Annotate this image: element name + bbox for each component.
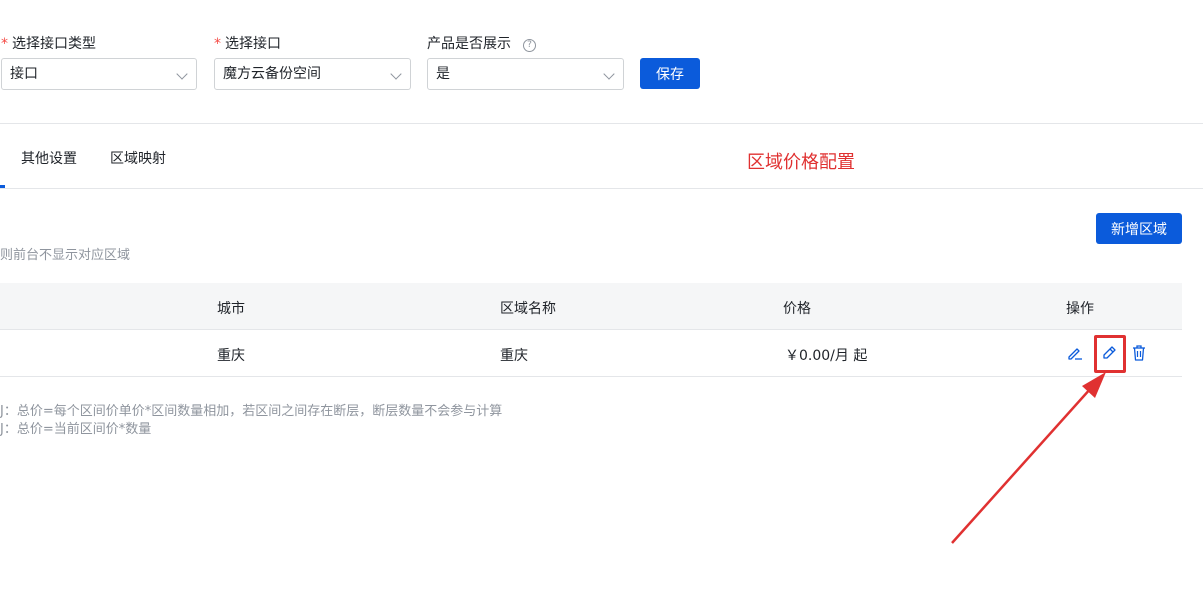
required-mark: * — [214, 36, 221, 52]
edit-icon[interactable] — [1066, 344, 1084, 362]
save-button[interactable]: 保存 — [640, 58, 700, 89]
interface-value: 魔方云备份空间 — [223, 66, 321, 82]
column-header-region-name: 区域名称 — [500, 301, 556, 317]
trash-icon[interactable] — [1130, 344, 1148, 362]
product-display-label: 产品是否展示? — [427, 33, 536, 53]
tab-other-settings[interactable]: 其他设置 — [21, 148, 77, 168]
question-circle-icon[interactable]: ? — [523, 39, 536, 52]
highlight-box — [1094, 335, 1126, 373]
add-region-button[interactable]: 新增区域 — [1096, 213, 1182, 244]
table-row — [0, 330, 1182, 377]
interface-select[interactable]: 魔方云备份空间 — [214, 58, 411, 90]
product-display-select[interactable]: 是 — [427, 58, 624, 90]
note-line: J：总价=当前区间价*数量 — [0, 422, 152, 437]
column-header-city: 城市 — [217, 301, 245, 317]
tab-region-mapping[interactable]: 区域映射 — [110, 148, 166, 168]
cell-city: 重庆 — [217, 348, 245, 364]
column-header-price: 价格 — [783, 301, 811, 317]
product-display-value: 是 — [436, 66, 450, 82]
interface-type-label: * 选择接口类型 — [1, 36, 96, 52]
note-line: J：总价=每个区间价单价*区间数量相加，若区间之间存在断层，断层数量不会参与计算 — [0, 404, 503, 419]
hint-text: 则前台不显示对应区域 — [0, 248, 131, 263]
interface-type-value: 接口 — [10, 66, 38, 82]
table-header — [0, 283, 1182, 330]
chevron-down-icon — [603, 68, 615, 80]
required-mark: * — [1, 36, 8, 52]
divider — [0, 123, 1203, 124]
chevron-down-icon — [390, 68, 402, 80]
interface-label: * 选择接口 — [214, 36, 281, 52]
interface-type-select[interactable]: 接口 — [1, 58, 197, 90]
cell-price: ￥0.00/月 起 — [785, 348, 868, 364]
column-header-actions: 操作 — [1066, 301, 1094, 317]
annotation-title: 区域价格配置 — [747, 152, 855, 173]
cell-region-name: 重庆 — [500, 348, 528, 364]
chevron-down-icon — [176, 68, 188, 80]
tabs-divider — [0, 188, 1203, 189]
